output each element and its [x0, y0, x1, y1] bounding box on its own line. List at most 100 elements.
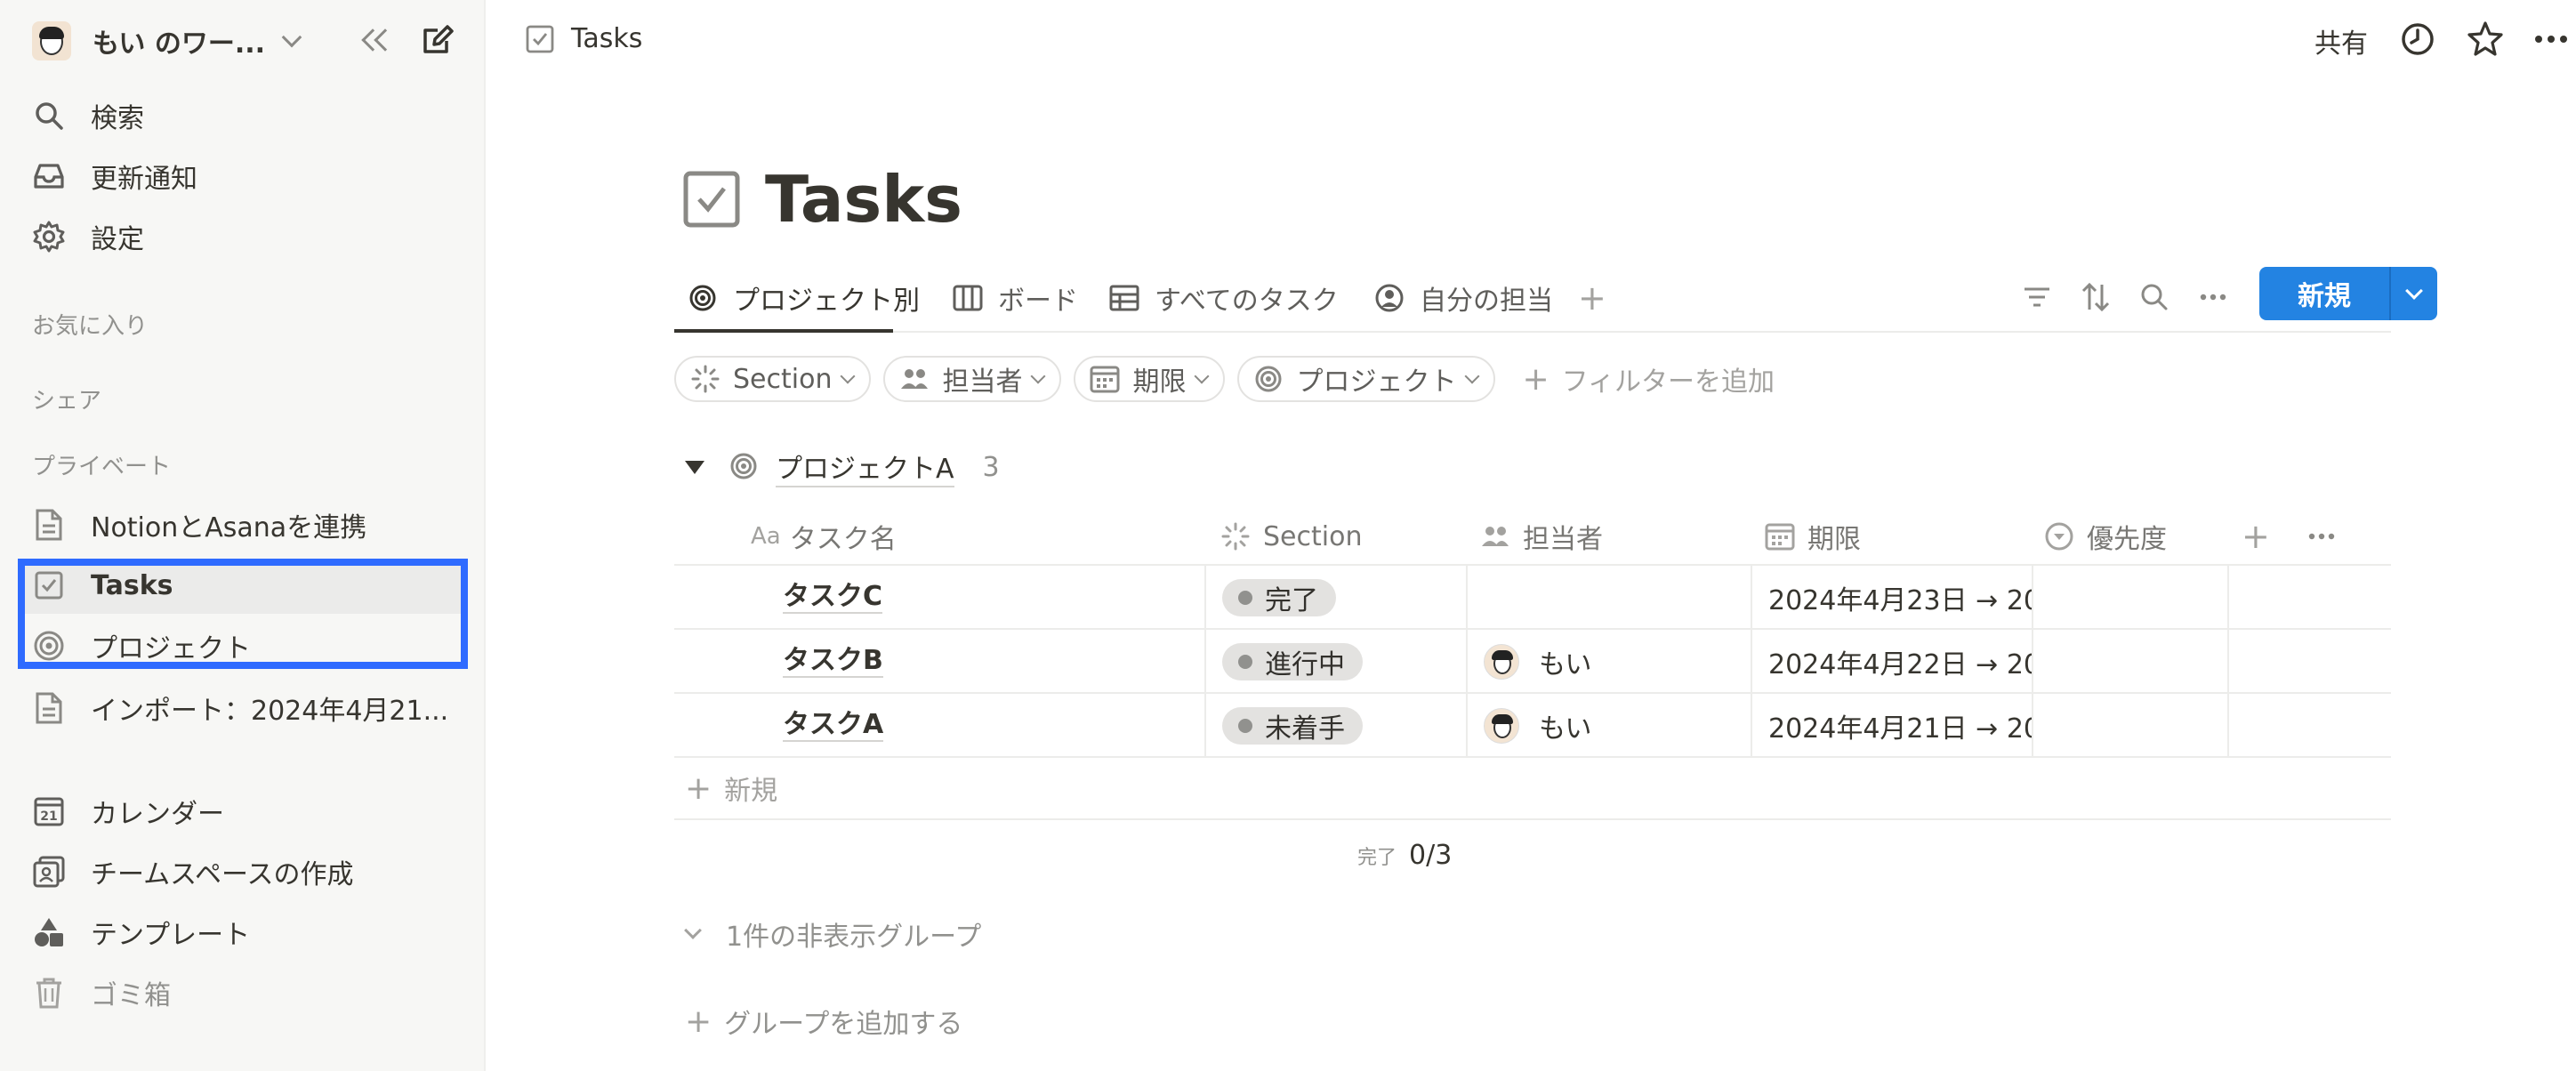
column-label: Section	[1263, 520, 1363, 552]
plus-icon: +	[685, 769, 712, 807]
new-button[interactable]: 新規	[2259, 267, 2437, 320]
filter-section[interactable]: Section	[674, 356, 872, 402]
cell-assignee[interactable]: もい	[1466, 630, 1751, 694]
star-icon[interactable]	[2466, 20, 2505, 59]
cell-name[interactable]: タスクC	[674, 566, 1204, 630]
cell-assignee[interactable]	[1466, 566, 1751, 630]
table-row[interactable]: タスクC 完了 2024年4月23日 → 2024年4月23日	[674, 566, 2391, 630]
add-filter-button[interactable]: + フィルターを追加	[1522, 359, 1775, 399]
board-icon	[952, 282, 984, 314]
calculation-summary[interactable]: 完了 0/3	[1357, 840, 1452, 871]
people-icon	[1480, 521, 1510, 552]
target-icon	[687, 282, 719, 314]
chevron-down-icon	[840, 368, 856, 384]
hidden-groups-toggle[interactable]: 1件の非表示グループ	[684, 914, 982, 954]
sidebar-item-settings[interactable]: 設定	[32, 213, 144, 260]
chevron-down-icon	[281, 27, 302, 48]
tab-my-tasks[interactable]: 自分の担当	[1373, 276, 1553, 320]
table-header: Aa タスク名 Section 担当者 期限 優先度 +	[674, 507, 2391, 566]
tab-label: ボード	[998, 286, 1078, 317]
breadcrumb[interactable]: Tasks	[525, 23, 642, 54]
search-icon[interactable]	[2137, 279, 2172, 315]
status-badge: 進行中	[1222, 643, 1363, 680]
add-group-button[interactable]: + グループを追加する	[685, 1002, 962, 1041]
checkbox-icon[interactable]	[681, 169, 742, 230]
tab-all-tasks[interactable]: すべてのタスク	[1108, 276, 1339, 320]
task-name[interactable]: タスクA	[783, 710, 884, 742]
sidebar-item-create-teamspace[interactable]: チームスペースの作成	[32, 849, 354, 895]
cell-assignee[interactable]: もい	[1466, 694, 1751, 758]
cell-due[interactable]: 2024年4月21日 → 2024年4月21日	[1751, 694, 2032, 758]
more-icon[interactable]	[2195, 279, 2231, 315]
page-title[interactable]: Tasks	[765, 162, 962, 237]
column-header-priority[interactable]: 優先度	[2044, 507, 2167, 566]
history-icon[interactable]	[2398, 20, 2437, 59]
new-page-icon[interactable]	[420, 23, 455, 59]
sidebar-item-trash[interactable]: ゴミ箱	[32, 970, 171, 1016]
cell-section[interactable]: 完了	[1204, 566, 1466, 630]
cell-section[interactable]: 未着手	[1204, 694, 1466, 758]
shapes-icon	[32, 915, 66, 949]
select-icon	[2044, 521, 2074, 552]
sort-icon[interactable]	[2078, 279, 2113, 315]
tab-by-project[interactable]: プロジェクト別	[687, 276, 920, 320]
cell-priority[interactable]	[2032, 694, 2227, 758]
sidebar-item-search[interactable]: 検索	[32, 93, 144, 139]
section-private[interactable]: プライベート	[32, 448, 171, 481]
sidebar-item-import[interactable]: インポート：2024年4月21...	[32, 685, 448, 731]
filter-label: 期限	[1132, 366, 1187, 398]
collapse-sidebar-icon[interactable]	[358, 25, 397, 57]
cell-priority[interactable]	[2032, 630, 2227, 694]
filter-due[interactable]: 期限	[1074, 356, 1226, 402]
sidebar-item-label: NotionとAsanaを連携	[91, 512, 367, 544]
calendar-icon	[1090, 364, 1120, 394]
people-icon	[899, 364, 930, 394]
cell-section[interactable]: 進行中	[1204, 630, 1466, 694]
sidebar-item-label: テンプレート	[91, 920, 251, 951]
status-dot	[1238, 591, 1252, 605]
filter-project[interactable]: プロジェクト	[1237, 356, 1496, 402]
sidebar-item-notion-asana[interactable]: NotionとAsanaを連携	[32, 502, 366, 548]
collapse-triangle-icon[interactable]	[685, 460, 704, 474]
table-row[interactable]: タスクA 未着手 もい 2024年4月21日 → 2024年4月21日	[674, 694, 2391, 758]
column-header-name[interactable]: Aa タスク名	[751, 507, 897, 566]
calc-value: 0/3	[1409, 840, 1453, 871]
sidebar-item-templates[interactable]: テンプレート	[32, 909, 250, 955]
add-property-button[interactable]: +	[2242, 507, 2270, 566]
column-header-assignee[interactable]: 担当者	[1480, 507, 1603, 566]
new-dropdown-button[interactable]	[2391, 282, 2437, 300]
task-name[interactable]: タスクC	[783, 582, 883, 614]
add-row-button[interactable]: + 新規	[674, 758, 2391, 820]
hidden-groups-label: 1件の非表示グループ	[726, 922, 982, 953]
filter-icon[interactable]	[2019, 279, 2055, 315]
add-view-button[interactable]: +	[1578, 276, 1606, 320]
column-header-due[interactable]: 期限	[1765, 507, 1861, 566]
tab-board[interactable]: ボード	[952, 276, 1078, 320]
cell-name[interactable]: タスクB	[674, 630, 1204, 694]
calendar-icon	[1765, 521, 1795, 552]
group-header[interactable]: プロジェクトA 3	[685, 447, 1000, 487]
table-more-icon[interactable]	[2304, 507, 2339, 566]
table-row[interactable]: タスクB 進行中 もい 2024年4月22日 → 2024年4月22日	[674, 630, 2391, 694]
column-header-section[interactable]: Section	[1220, 507, 1362, 566]
more-icon[interactable]	[2532, 20, 2571, 59]
page-icon	[32, 508, 66, 542]
active-tab-indicator	[674, 329, 893, 333]
assignee-name: もい	[1539, 713, 1592, 745]
group-name[interactable]: プロジェクトA	[776, 447, 954, 487]
share-button[interactable]: 共有	[2314, 21, 2368, 60]
section-shared[interactable]: シェア	[32, 382, 101, 415]
group-count: 3	[982, 451, 1000, 483]
filter-assignee[interactable]: 担当者	[883, 356, 1062, 402]
sidebar-item-calendar[interactable]: 21 カレンダー	[32, 788, 224, 834]
sidebar-item-updates[interactable]: 更新通知	[32, 153, 197, 199]
workspace-switcher[interactable]: もい のワー...	[32, 21, 326, 60]
cell-due[interactable]: 2024年4月22日 → 2024年4月22日	[1751, 630, 2032, 694]
cell-due[interactable]: 2024年4月23日 → 2024年4月23日	[1751, 566, 2032, 630]
status-dot	[1238, 655, 1252, 669]
section-favorites[interactable]: お気に入り	[32, 308, 148, 341]
task-name[interactable]: タスクB	[783, 646, 883, 678]
cell-name[interactable]: タスクA	[674, 694, 1204, 758]
cell-priority[interactable]	[2032, 566, 2227, 630]
status-label: 完了	[1265, 585, 1318, 616]
